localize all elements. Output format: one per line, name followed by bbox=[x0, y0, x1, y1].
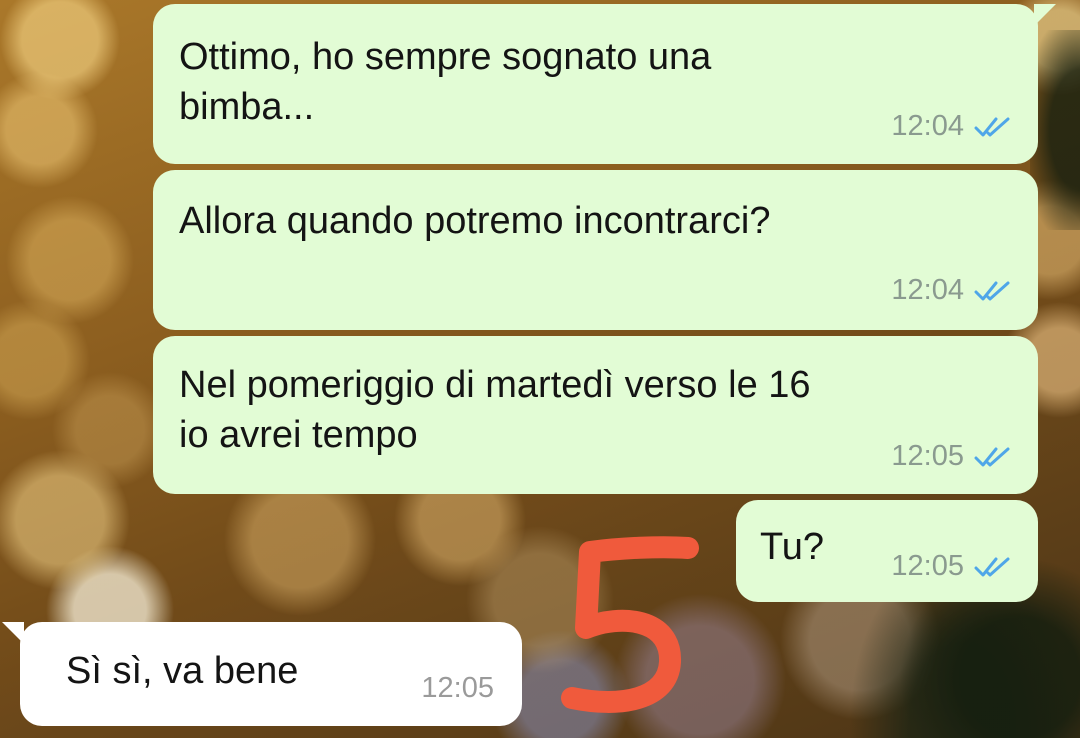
message-time: 12:04 bbox=[891, 274, 964, 306]
double-check-icon bbox=[974, 281, 1010, 300]
bubble-tail bbox=[1034, 4, 1056, 26]
message-meta: 12:04 bbox=[891, 274, 1016, 307]
message-time: 12:05 bbox=[891, 550, 964, 582]
message-text: Ottimo, ho sempre sognato una bimba... bbox=[179, 36, 712, 128]
message-time: 12:04 bbox=[891, 110, 964, 142]
message-meta: 12:05 bbox=[891, 440, 1016, 473]
message-bubble-outgoing[interactable]: Nel pomeriggio di martedì verso le 16 io… bbox=[153, 336, 1038, 494]
bubble-tail bbox=[2, 622, 24, 644]
message-text: Nel pomeriggio di martedì verso le 16 io… bbox=[179, 364, 811, 456]
double-check-icon bbox=[974, 557, 1010, 576]
message-bubble-outgoing[interactable]: Ottimo, ho sempre sognato una bimba... 1… bbox=[153, 4, 1056, 164]
message-bubble-incoming[interactable]: Sì sì, va bene 12:05 bbox=[2, 622, 522, 726]
message-meta: 12:05 bbox=[421, 672, 494, 705]
message-text: Allora quando potremo incontrarci? bbox=[179, 200, 771, 242]
message-meta: 12:05 bbox=[891, 550, 1016, 583]
double-check-icon bbox=[974, 117, 1010, 136]
message-text: Sì sì, va bene bbox=[66, 650, 299, 692]
message-bubble-outgoing[interactable]: Allora quando potremo incontrarci? 12:04 bbox=[153, 170, 1038, 330]
double-check-icon bbox=[974, 447, 1010, 466]
handwritten-number-annotation bbox=[561, 536, 699, 713]
message-time: 12:05 bbox=[891, 440, 964, 472]
message-text: Tu? bbox=[760, 526, 825, 568]
message-meta: 12:04 bbox=[891, 110, 1016, 143]
message-time: 12:05 bbox=[421, 672, 494, 704]
message-bubble-outgoing[interactable]: Tu? 12:05 bbox=[736, 500, 1038, 602]
